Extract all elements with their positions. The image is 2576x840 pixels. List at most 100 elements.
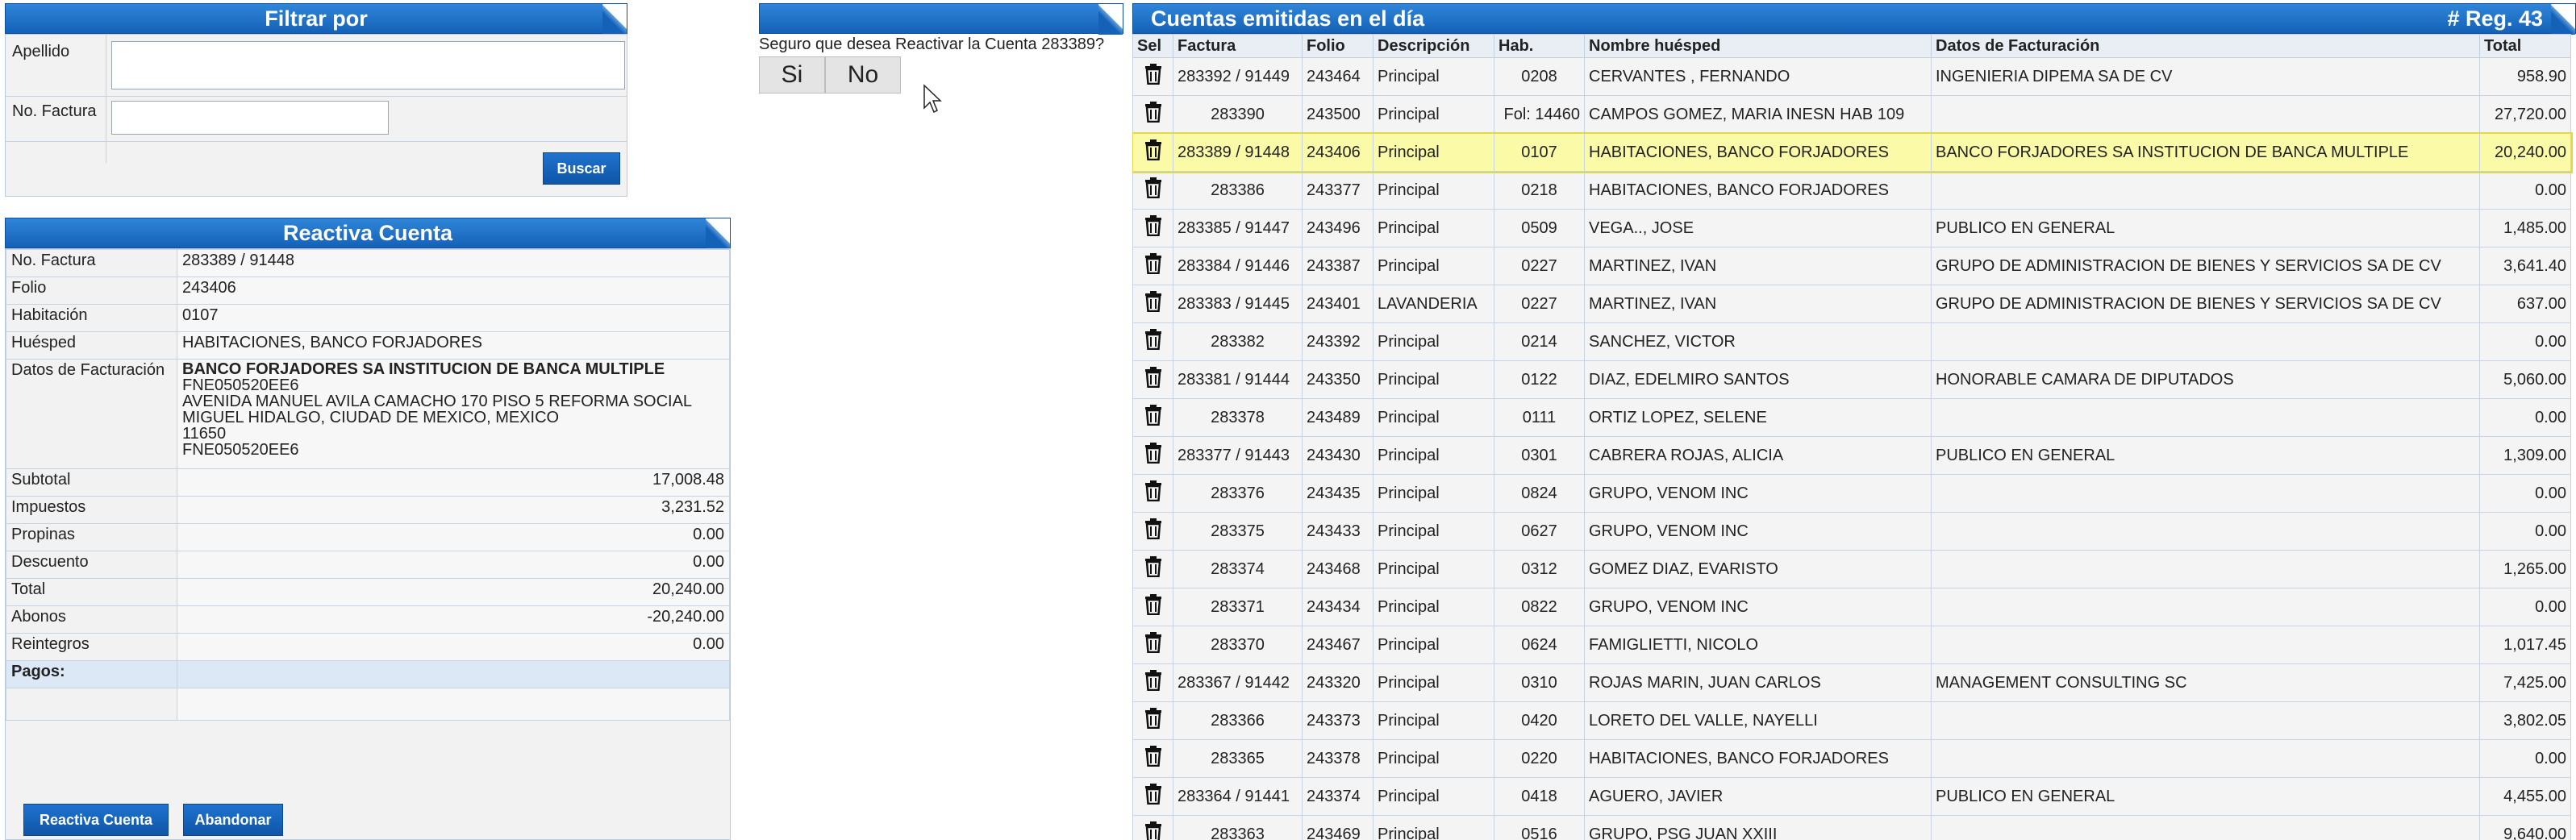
table-row[interactable]: 283378 243489 Principal 0111 ORTIZ LOPEZ… — [1132, 398, 2571, 437]
datos-cell — [1931, 739, 2480, 778]
trash-icon[interactable] — [1144, 443, 1163, 468]
table-row[interactable]: 283374 243468 Principal 0312 GOMEZ DIAZ,… — [1132, 550, 2571, 588]
list-panel-header: Cuentas emitidas en el día # Reg. 43 — [1132, 3, 2576, 35]
nombre-cell: MARTINEZ, IVAN — [1584, 247, 1932, 285]
nombre-cell: AGUERO, JAVIER — [1584, 777, 1932, 816]
trash-icon[interactable] — [1144, 594, 1163, 620]
total-cell: 4,455.00 — [2479, 777, 2571, 816]
confirm-no-button[interactable]: No — [825, 56, 901, 94]
table-row[interactable]: 283376 243435 Principal 0824 GRUPO, VENO… — [1132, 474, 2571, 513]
folio-cell: 243373 — [1302, 701, 1373, 740]
trash-icon[interactable] — [1144, 708, 1163, 734]
total-value: -20,240.00 — [177, 605, 730, 634]
reactiva-cuenta-button[interactable]: Reactiva Cuenta — [23, 804, 169, 836]
total-cell: 1,265.00 — [2479, 550, 2571, 588]
trash-icon[interactable] — [1144, 215, 1163, 241]
col-folio[interactable]: Folio — [1302, 34, 1373, 58]
total-cell: 0.00 — [2479, 171, 2571, 210]
trash-icon[interactable] — [1144, 405, 1163, 430]
pagos-value — [177, 660, 730, 688]
col-sel[interactable]: Sel — [1132, 34, 1173, 58]
table-row[interactable]: 283364 / 91441 243374 Principal 0418 AGU… — [1132, 777, 2571, 816]
nombre-cell: FAMIGLIETTI, NICOLO — [1584, 626, 1932, 664]
table-row[interactable]: 283375 243433 Principal 0627 GRUPO, VENO… — [1132, 512, 2571, 551]
col-factura[interactable]: Factura — [1173, 34, 1303, 58]
hab-cell: 0822 — [1494, 588, 1585, 626]
trash-icon[interactable] — [1144, 821, 1163, 840]
table-row[interactable]: 283370 243467 Principal 0624 FAMIGLIETTI… — [1132, 626, 2571, 664]
hab-cell: 0218 — [1494, 171, 1585, 210]
accounts-table: Sel Factura Folio Descripción Hab. Nombr… — [1132, 34, 2573, 840]
table-row[interactable]: 283365 243378 Principal 0220 HABITACIONE… — [1132, 739, 2571, 778]
record-count: # Reg. 43 — [2447, 6, 2543, 31]
trash-icon[interactable] — [1144, 670, 1163, 696]
field-value: 283389 / 91448 — [177, 249, 730, 277]
table-row[interactable]: 283385 / 91447 243496 Principal 0509 VEG… — [1132, 209, 2571, 247]
reactiva-total-row: Total 20,240.00 — [6, 578, 730, 606]
table-row[interactable]: 283371 243434 Principal 0822 GRUPO, VENO… — [1132, 588, 2571, 626]
factura-cell: 283374 — [1173, 550, 1303, 588]
trash-icon[interactable] — [1144, 177, 1163, 203]
table-row[interactable]: 283367 / 91442 243320 Principal 0310 ROJ… — [1132, 663, 2571, 702]
sel-cell — [1132, 436, 1173, 475]
descripcion-cell: Principal — [1373, 512, 1494, 551]
confirm-yes-button[interactable]: Si — [759, 56, 825, 94]
datos-cell — [1931, 512, 2480, 551]
trash-icon[interactable] — [1144, 556, 1163, 582]
folio-cell: 243378 — [1302, 739, 1373, 778]
trash-icon[interactable] — [1144, 291, 1163, 317]
datos-cell — [1931, 701, 2480, 740]
panel-corner-icon — [1098, 4, 1123, 35]
trash-icon[interactable] — [1144, 784, 1163, 809]
folio-cell: 243374 — [1302, 777, 1373, 816]
col-datos[interactable]: Datos de Facturación — [1931, 34, 2480, 58]
col-hab[interactable]: Hab. — [1494, 34, 1585, 58]
col-descripcion[interactable]: Descripción — [1373, 34, 1494, 58]
sel-cell — [1132, 133, 1173, 172]
factura-cell: 283377 / 91443 — [1173, 436, 1303, 475]
field-label: Folio — [6, 277, 177, 305]
reactiva-field-row: Folio 243406 — [6, 277, 730, 305]
sel-cell — [1132, 777, 1173, 816]
trash-icon[interactable] — [1144, 746, 1163, 771]
table-row[interactable]: 283363 243469 Principal 0516 GRUPO, PSG … — [1132, 815, 2571, 840]
trash-icon[interactable] — [1144, 253, 1163, 279]
trash-icon[interactable] — [1144, 102, 1163, 127]
sel-cell — [1132, 171, 1173, 210]
table-row[interactable]: 283382 243392 Principal 0214 SANCHEZ, VI… — [1132, 322, 2571, 361]
table-row[interactable]: 283366 243373 Principal 0420 LORETO DEL … — [1132, 701, 2571, 740]
nombre-cell: LORETO DEL VALLE, NAYELLI — [1584, 701, 1932, 740]
sel-cell — [1132, 95, 1173, 134]
total-cell: 637.00 — [2479, 285, 2571, 323]
trash-icon[interactable] — [1144, 480, 1163, 506]
trash-icon[interactable] — [1144, 632, 1163, 658]
col-total[interactable]: Total — [2479, 34, 2571, 58]
abandonar-button[interactable]: Abandonar — [183, 804, 283, 836]
factura-input[interactable] — [111, 101, 389, 135]
total-cell: 1,017.45 — [2479, 626, 2571, 664]
factura-cell: 283383 / 91445 — [1173, 285, 1303, 323]
table-row[interactable]: 283390 243500 Principal Fol: 14460 CAMPO… — [1132, 95, 2571, 134]
table-row[interactable]: 283386 243377 Principal 0218 HABITACIONE… — [1132, 171, 2571, 210]
total-value: 17,008.48 — [177, 468, 730, 497]
billing-line: FNE050520EE6 — [182, 441, 299, 459]
table-row[interactable]: 283384 / 91446 243387 Principal 0227 MAR… — [1132, 247, 2571, 285]
table-row[interactable]: 283381 / 91444 243350 Principal 0122 DIA… — [1132, 360, 2571, 399]
hab-cell: 0310 — [1494, 663, 1585, 702]
trash-icon[interactable] — [1144, 139, 1163, 165]
apellido-input[interactable] — [111, 41, 625, 89]
descripcion-cell: Principal — [1373, 398, 1494, 437]
nombre-cell: GOMEZ DIAZ, EVARISTO — [1584, 550, 1932, 588]
trash-icon[interactable] — [1144, 64, 1163, 89]
trash-icon[interactable] — [1144, 518, 1163, 544]
table-row[interactable]: 283377 / 91443 243430 Principal 0301 CAB… — [1132, 436, 2571, 475]
col-nombre[interactable]: Nombre huésped — [1584, 34, 1932, 58]
table-row[interactable]: 283383 / 91445 243401 LAVANDERIA 0227 MA… — [1132, 285, 2571, 323]
trash-icon[interactable] — [1144, 367, 1163, 393]
search-button[interactable]: Buscar — [543, 152, 620, 185]
reactiva-total-row: Reintegros 0.00 — [6, 633, 730, 661]
table-row[interactable]: 283392 / 91449 243464 Principal 0208 CER… — [1132, 57, 2571, 96]
table-row[interactable]: 283389 / 91448 243406 Principal 0107 HAB… — [1132, 131, 2573, 173]
sel-cell — [1132, 398, 1173, 437]
trash-icon[interactable] — [1144, 329, 1163, 355]
